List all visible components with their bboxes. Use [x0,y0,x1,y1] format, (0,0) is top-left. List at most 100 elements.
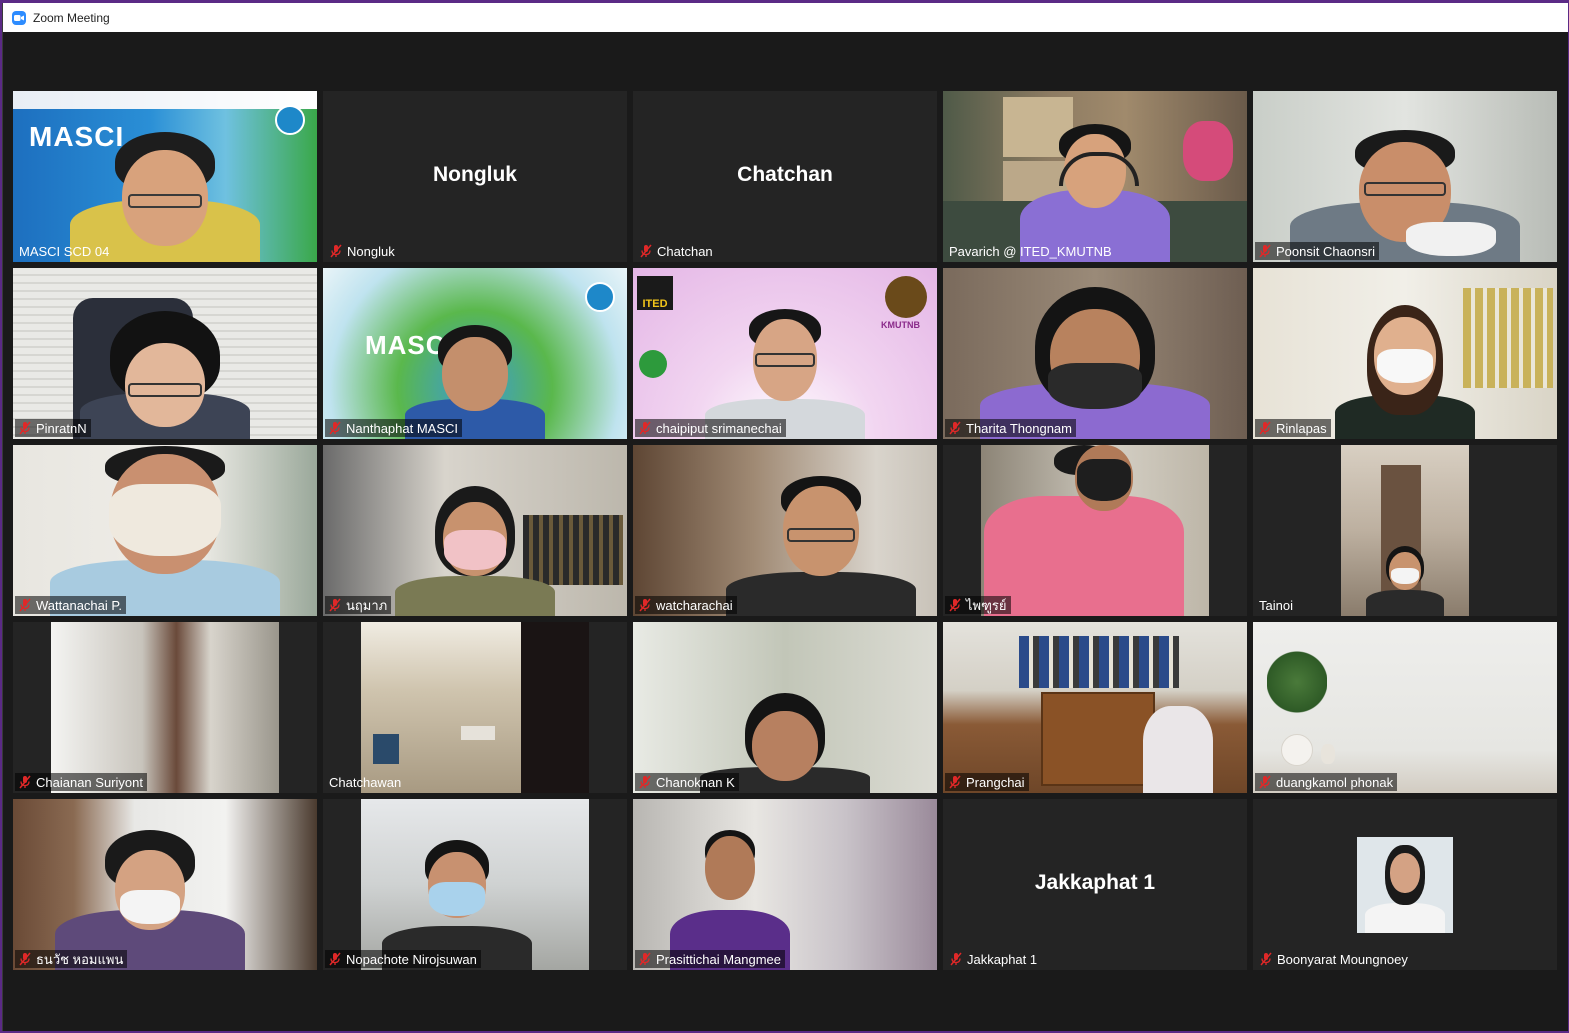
participant-nameplate: MASCI SCD 04 [15,242,113,260]
participant-nameplate: Nongluk [325,242,399,260]
ited-logo: ITED [637,276,673,310]
muted-mic-icon [640,244,652,258]
muted-mic-icon [639,775,651,789]
muted-mic-icon [19,952,31,966]
participant-name: ไพฑูรย์ [966,597,1007,613]
video-tile-phaitoon[interactable]: ไพฑูรย์ [943,445,1247,616]
participant-nameplate: Pavarich @ ITED_KMUTNB [945,242,1116,260]
video-tile-tharita-thongnam[interactable]: Tharita Thongnam [943,268,1247,439]
video-tile-prasittichai-mangmee[interactable]: Prasittichai Mangmee [633,799,937,970]
video-tile-rinlapas[interactable]: Rinlapas [1253,268,1557,439]
participant-nameplate: duangkamol phonak [1255,773,1398,791]
video-tile-pavarich[interactable]: Pavarich @ ITED_KMUTNB [943,91,1247,262]
participant-nameplate: Prasittichai Mangmee [635,950,785,968]
video-tile-nongluk[interactable]: Nongluk Nongluk [323,91,627,262]
video-feed [13,268,317,439]
video-feed [361,622,589,793]
muted-mic-icon [1259,421,1271,435]
participant-name: watcharachai [656,597,733,613]
muted-mic-icon [19,775,31,789]
participant-center-label: Chatchan [737,163,833,186]
participant-name: PinratnN [36,420,87,436]
participant-name: Rinlapas [1276,420,1327,436]
muted-mic-icon [1259,775,1271,789]
participant-name: Chatchan [657,243,713,259]
video-feed [633,622,937,793]
video-tile-duangkamol-phonak[interactable]: duangkamol phonak [1253,622,1557,793]
green-logo-icon [639,350,667,378]
video-feed [1253,91,1557,262]
participant-nameplate: Tainoi [1255,596,1297,614]
video-tile-watcharachai[interactable]: watcharachai [633,445,937,616]
video-feed [1341,445,1469,616]
participant-name: นฤมาภ [346,597,388,613]
video-feed [323,445,627,616]
muted-mic-icon [949,775,961,789]
muted-mic-icon [1259,244,1271,258]
video-tile-nanthaphat-masci[interactable]: MASCI Nanthaphat MASCI [323,268,627,439]
muted-mic-icon [949,598,961,612]
participant-nameplate: Nopachote Nirojsuwan [325,950,481,968]
muted-mic-icon [1260,952,1272,966]
participant-nameplate: Prangchai [945,773,1029,791]
video-tile-pinratnn[interactable]: PinratnN [13,268,317,439]
muted-mic-icon [639,952,651,966]
video-feed [51,622,279,793]
video-tile-poonsit-chaonsri[interactable]: Poonsit Chaonsri [1253,91,1557,262]
video-tile-chatchawan[interactable]: Chatchawan [323,622,627,793]
video-tile-thanawat-homphaen[interactable]: ธนวัช หอมแพน [13,799,317,970]
video-feed [943,91,1247,262]
video-feed [13,445,317,616]
video-tile-wattanachai-p[interactable]: Wattanachai P. [13,445,317,616]
video-tile-nopachote-nirojsuwan[interactable]: Nopachote Nirojsuwan [323,799,627,970]
participant-name: Nongluk [347,243,395,259]
profile-picture [1357,837,1453,933]
participant-name: chaipiput srimanechai [656,420,782,436]
video-tile-boonyarat-moungnoey[interactable]: Boonyarat Moungnoey [1253,799,1557,970]
participant-nameplate: Nanthaphat MASCI [325,419,463,437]
video-feed [13,799,317,970]
participant-nameplate: Chaianan Suriyont [15,773,147,791]
participant-nameplate: นฤมาภ [325,596,392,614]
participant-name: Prasittichai Mangmee [656,951,781,967]
participant-name: Nanthaphat MASCI [346,420,459,436]
video-tile-chanoknan-k[interactable]: Chanoknan K [633,622,937,793]
muted-mic-icon [949,421,961,435]
participant-name: Boonyarat Moungnoey [1277,951,1408,967]
video-tile-chatchan[interactable]: Chatchan Chatchan [633,91,937,262]
participant-name: Poonsit Chaonsri [1276,243,1375,259]
masci-emblem-icon [275,105,305,135]
participant-center-label: Jakkaphat 1 [1034,871,1156,894]
video-tile-naruemap[interactable]: นฤมาภ [323,445,627,616]
participant-name: duangkamol phonak [1276,774,1394,790]
participant-nameplate: ธนวัช หอมแพน [15,950,128,968]
participant-nameplate: ไพฑูรย์ [945,596,1011,614]
participant-nameplate: Rinlapas [1255,419,1331,437]
video-tile-chaipiput-srimanechai[interactable]: ITED KMUTNB chaipiput srimanechai [633,268,937,439]
window-title: Zoom Meeting [33,10,110,25]
video-tile-tainoi[interactable]: Tainoi [1253,445,1557,616]
video-tile-masci-scd-04[interactable]: MASCI MASCI SCD 04 [13,91,317,262]
muted-mic-icon [19,598,31,612]
video-tile-prangchai[interactable]: Prangchai [943,622,1247,793]
title-bar[interactable]: Zoom Meeting [3,3,1568,32]
participant-name: Jakkaphat 1 [967,951,1038,967]
participant-name: Nopachote Nirojsuwan [346,951,477,967]
participant-nameplate: Chanoknan K [635,773,739,791]
participant-name: ธนวัช หอมแพน [36,951,124,967]
video-tile-chaianan-suriyont[interactable]: Chaianan Suriyont [13,622,317,793]
muted-mic-icon [329,952,341,966]
muted-mic-icon [19,421,31,435]
video-feed [633,799,937,970]
zoom-camera-icon [12,10,26,25]
participant-name: Pavarich @ ITED_KMUTNB [949,243,1112,259]
video-feed [943,622,1247,793]
kmutnb-logo: KMUTNB [881,320,920,330]
kmutnb-emblem-icon [885,276,927,318]
video-feed [633,445,937,616]
participant-name: Tainoi [1259,597,1293,613]
muted-mic-icon [950,952,962,966]
video-tile-jakkaphat-1[interactable]: Jakkaphat 1 Jakkaphat 1 [943,799,1247,970]
participant-name: Tharita Thongnam [966,420,1072,436]
participant-center-label: Nongluk [433,163,517,186]
